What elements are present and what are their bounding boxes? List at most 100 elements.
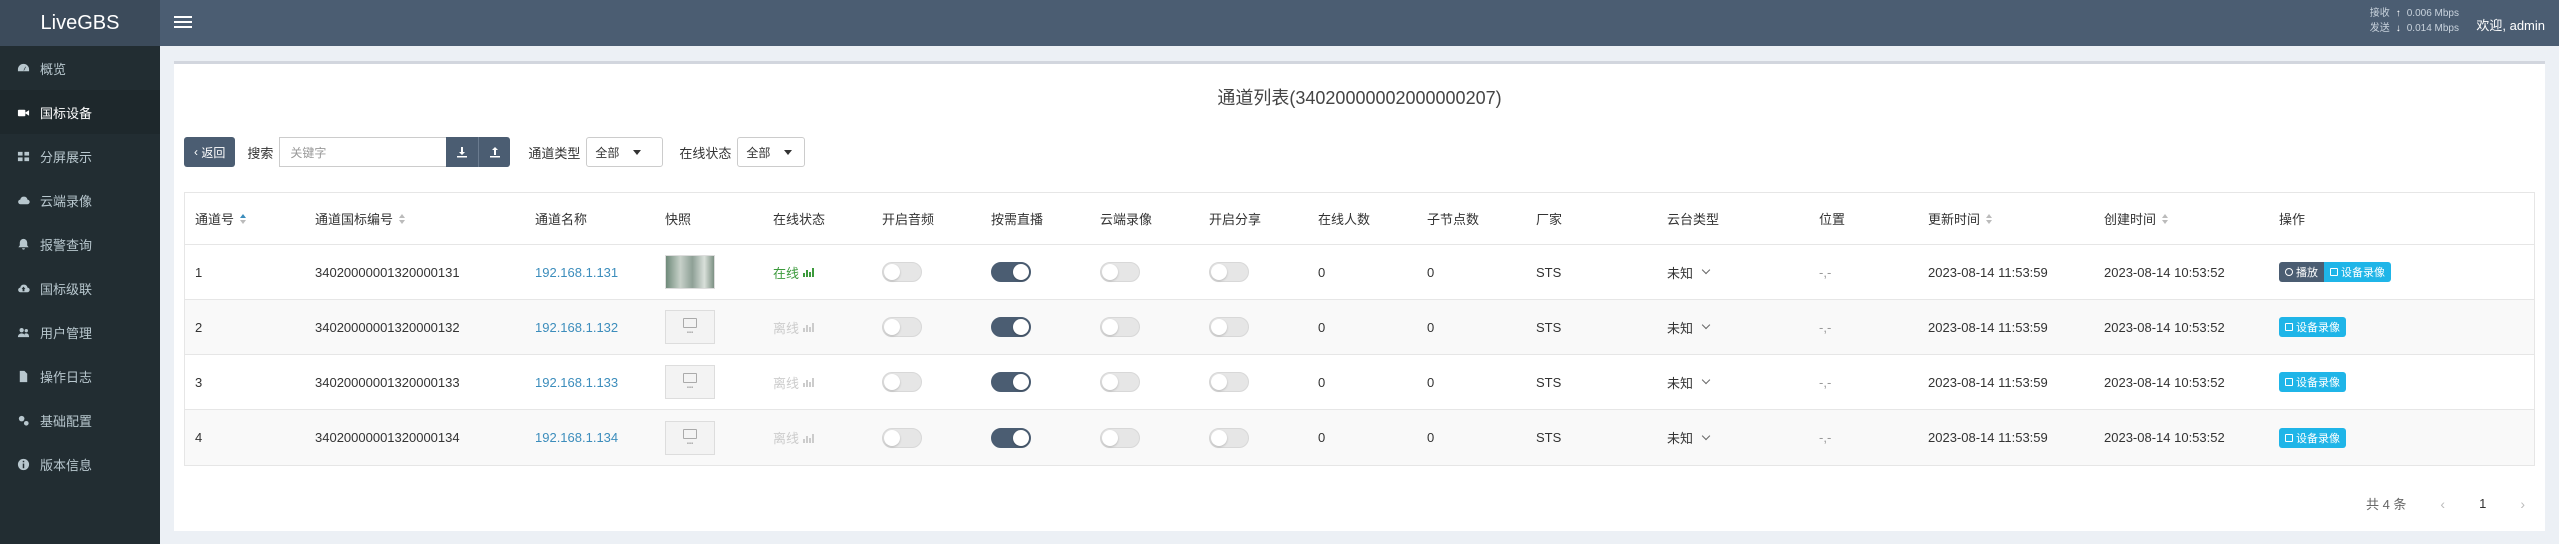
image-placeholder-mark: ▪▪▪ — [686, 330, 694, 336]
caret-down-icon — [633, 149, 642, 155]
search-label: 搜索 — [247, 145, 274, 161]
audio-toggle[interactable] — [882, 427, 922, 448]
audio-toggle[interactable] — [882, 372, 922, 392]
cloud-record-toggle[interactable] — [1100, 372, 1140, 392]
column-header: 云台类型 — [1657, 193, 1809, 244]
channel-name-link[interactable]: 192.168.1.132 — [535, 320, 618, 335]
sidebar-item-3[interactable]: 云端录像 — [0, 178, 160, 222]
sidebar-item-9[interactable]: 版本信息 — [0, 442, 160, 486]
chevron-left-icon: ‹ — [194, 145, 202, 159]
create-time: 2023-08-14 10:53:52 — [2104, 319, 2225, 335]
column-header[interactable]: 创建时间 — [2094, 193, 2269, 244]
cloud-record-toggle[interactable] — [1100, 317, 1140, 337]
column-header[interactable]: 通道国标编号 — [305, 193, 525, 244]
on-demand-toggle[interactable] — [991, 262, 1031, 282]
column-header-label: 厂家 — [1536, 212, 1563, 227]
ptz-type-select[interactable]: 未知 — [1667, 373, 1711, 392]
back-button[interactable]: ‹ 返回 — [184, 137, 236, 167]
upload-icon[interactable] — [478, 137, 511, 167]
sort-icon[interactable] — [2162, 213, 2169, 224]
device-record-button[interactable]: 设备录像 — [2279, 372, 2346, 392]
sort-icon[interactable] — [399, 213, 406, 224]
menu-toggle-icon[interactable] — [174, 12, 192, 32]
info-icon — [16, 457, 30, 471]
online-status-text: 离线 — [773, 431, 800, 446]
device-record-label: 设备录像 — [2296, 322, 2340, 334]
share-toggle[interactable] — [1209, 317, 1249, 337]
download-icon[interactable] — [446, 137, 479, 167]
search-input[interactable]: 关键字 — [279, 137, 447, 167]
file-video-icon — [2285, 433, 2293, 442]
ptz-type-select[interactable]: 未知 — [1667, 263, 1711, 282]
play-button[interactable]: 播放 — [2279, 262, 2324, 282]
sidebar-item-4[interactable]: 报警查询 — [0, 222, 160, 266]
image-icon — [683, 318, 697, 328]
share-toggle[interactable] — [1209, 427, 1249, 448]
online-status: 离线 — [773, 428, 815, 447]
sidebar-menu: 概览 国标设备 分屏展示 云端录像 报警查询 国标级联 用户管理 操作日志 基础配置 版本信息 — [0, 46, 160, 486]
signal-bars-icon — [803, 267, 815, 277]
column-header-label: 云台类型 — [1667, 212, 1720, 227]
grid-icon — [16, 149, 30, 163]
play-button-label: 播放 — [2296, 267, 2318, 279]
device-record-button[interactable]: 设备录像 — [2279, 427, 2346, 448]
snapshot-placeholder[interactable]: ▪▪▪ — [665, 365, 715, 399]
row-actions: 设备录像 — [2279, 427, 2346, 448]
device-record-button[interactable]: 设备录像 — [2279, 317, 2346, 337]
sidebar-item-6[interactable]: 用户管理 — [0, 310, 160, 354]
app-logo[interactable]: LiveGBS — [0, 0, 160, 46]
online-status-text: 离线 — [773, 375, 800, 391]
on-demand-toggle[interactable] — [991, 317, 1031, 337]
audio-toggle[interactable] — [882, 317, 922, 337]
share-toggle[interactable] — [1209, 262, 1249, 282]
sort-icon[interactable] — [1986, 213, 1993, 224]
on-demand-toggle[interactable] — [991, 427, 1031, 448]
user-welcome[interactable]: 欢迎, admin — [2476, 15, 2545, 34]
sidebar-item-0[interactable]: 概览 — [0, 46, 160, 90]
share-toggle[interactable] — [1209, 372, 1249, 392]
channel-type-select[interactable]: 全部 — [586, 137, 664, 167]
sidebar-item-2[interactable]: 分屏展示 — [0, 134, 160, 178]
column-header-label: 开启音频 — [882, 212, 935, 227]
audio-toggle[interactable] — [882, 262, 922, 282]
pager-current-page[interactable]: 1 — [2479, 496, 2486, 511]
cloud-record-toggle[interactable] — [1100, 262, 1140, 282]
column-header: 通道名称 — [525, 193, 655, 244]
device-record-button[interactable]: 设备录像 — [2324, 262, 2391, 282]
column-header: 在线状态 — [763, 193, 872, 244]
vendor: STS — [1536, 374, 1562, 390]
snapshot-thumbnail[interactable] — [665, 255, 715, 289]
column-header-label: 子节点数 — [1427, 212, 1480, 227]
on-demand-toggle[interactable] — [991, 372, 1031, 392]
sidebar-item-8[interactable]: 基础配置 — [0, 398, 160, 442]
sidebar-item-1[interactable]: 国标设备 — [0, 90, 160, 134]
channel-name-link[interactable]: 192.168.1.131 — [535, 265, 618, 280]
column-header[interactable]: 更新时间 — [1918, 193, 2094, 244]
channel-name-link[interactable]: 192.168.1.133 — [535, 375, 618, 390]
channel-type-value: 全部 — [595, 145, 620, 160]
sidebar-item-5[interactable]: 国标级联 — [0, 266, 160, 310]
channel-gb-id: 34020000001320000133 — [315, 374, 460, 390]
device-record-label: 设备录像 — [2341, 267, 2385, 279]
viewer-count: 0 — [1318, 319, 1326, 335]
pager-prev-icon[interactable]: ‹ — [2440, 496, 2445, 512]
update-time: 2023-08-14 11:53:59 — [1928, 430, 2048, 445]
snapshot-placeholder[interactable]: ▪▪▪ — [665, 310, 715, 344]
device-record-label: 设备录像 — [2296, 377, 2340, 389]
sort-icon[interactable] — [240, 213, 247, 224]
online-status-select[interactable]: 全部 — [737, 137, 806, 167]
channel-name-link[interactable]: 192.168.1.134 — [535, 430, 618, 445]
online-status: 离线 — [773, 318, 815, 337]
ptz-type-value: 未知 — [1667, 375, 1694, 391]
channel-no: 1 — [195, 264, 203, 280]
child-count: 0 — [1427, 319, 1435, 335]
cloud-record-toggle[interactable] — [1100, 427, 1140, 448]
chevron-down-icon — [1701, 375, 1711, 385]
column-header[interactable]: 通道号 — [185, 193, 305, 244]
ptz-type-select[interactable]: 未知 — [1667, 428, 1711, 447]
pager-next-icon[interactable]: › — [2520, 496, 2525, 512]
table-row: 3 34020000001320000133 192.168.1.133 ▪▪▪ 离线 0… — [185, 355, 2534, 410]
snapshot-placeholder[interactable]: ▪▪▪ — [665, 420, 715, 455]
sidebar-item-7[interactable]: 操作日志 — [0, 354, 160, 398]
ptz-type-select[interactable]: 未知 — [1667, 318, 1711, 337]
